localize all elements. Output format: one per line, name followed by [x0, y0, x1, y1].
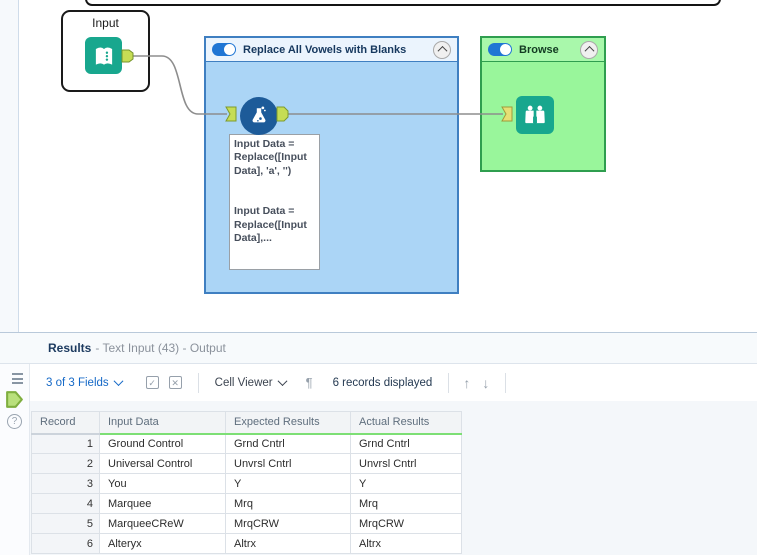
chevron-down-icon [277, 376, 288, 387]
data-cell[interactable]: Universal Control [99, 453, 226, 474]
fields-dropdown[interactable]: 3 of 3 Fields [46, 376, 124, 389]
results-subtitle: - Text Input (43) - Output [95, 341, 226, 355]
workflow-canvas[interactable]: Input Replace All Vowels with Blanks Inp… [0, 0, 757, 332]
table-row[interactable]: 4 Marquee Mrq Mrq [31, 493, 462, 514]
canvas-left-gutter [0, 0, 19, 332]
deselect-all-checkbox-icon[interactable]: ✕ [168, 376, 182, 389]
toolbar-divider [197, 372, 199, 393]
results-title: Results [48, 341, 92, 355]
results-header: Results - Text Input (43) - Output [0, 333, 757, 364]
container-collapse-button[interactable] [580, 40, 598, 59]
column-header[interactable]: Actual Results [350, 411, 462, 435]
table-header-row: Record Input Data Expected Results Actual R… [31, 411, 462, 435]
chevron-down-icon [113, 376, 124, 387]
record-number-cell[interactable]: 4 [31, 493, 100, 514]
results-toolbar: 3 of 3 Fields ✓ ✕ Cell Viewer ¶ 6 record… [0, 364, 757, 401]
alteryx-designer-window: Input Replace All Vowels with Blanks Inp… [0, 0, 757, 555]
offscreen-container-edge [85, 0, 721, 6]
record-number-cell[interactable]: 3 [31, 473, 100, 494]
data-cell[interactable]: Ground Control [99, 433, 226, 454]
records-displayed-label: 6 records displayed [332, 376, 433, 389]
results-side-strip: ? [0, 364, 30, 555]
data-cell[interactable]: Y [350, 473, 462, 494]
text-input-tool-label: Input [92, 16, 119, 30]
table-row[interactable]: 5 MarqueeCReW MrqCRW MrqCRW [31, 513, 462, 534]
container-browse[interactable]: Browse [480, 36, 606, 172]
container-header: Replace All Vowels with Blanks [206, 38, 457, 62]
show-whitespace-icon[interactable]: ¶ [306, 375, 313, 390]
container-title: Replace All Vowels with Blanks [243, 43, 407, 56]
record-number-cell[interactable]: 1 [31, 433, 100, 454]
data-cell[interactable]: Mrq [225, 493, 351, 514]
column-header[interactable]: Record [31, 411, 100, 435]
record-number-cell[interactable]: 5 [31, 513, 100, 534]
data-cell[interactable]: Marquee [99, 493, 226, 514]
cell-viewer-dropdown[interactable]: Cell Viewer [214, 376, 288, 389]
toolbar-divider [448, 372, 450, 393]
results-table[interactable]: Record Input Data Expected Results Actual R… [31, 411, 462, 554]
metadata-view-icon[interactable] [8, 373, 23, 386]
text-input-tool-icon [85, 37, 122, 74]
data-cell[interactable]: Y [225, 473, 351, 494]
data-cell[interactable]: Mrq [350, 493, 462, 514]
container-collapse-button[interactable] [433, 40, 451, 59]
data-cell[interactable]: Alteryx [99, 533, 226, 554]
results-panel: Results - Text Input (43) - Output 3 of … [0, 332, 757, 555]
container-enable-toggle[interactable] [488, 43, 512, 56]
browse-tool[interactable] [516, 96, 554, 134]
data-cell[interactable]: Unvrsl Cntrl [225, 453, 351, 474]
chevron-up-icon [437, 45, 447, 56]
tool-annotation[interactable]: Input Data = Replace([Input Data], 'a', … [229, 134, 320, 270]
select-all-checkbox-icon[interactable]: ✓ [145, 376, 159, 389]
container-title: Browse [519, 43, 559, 56]
container-header: Browse [482, 38, 604, 62]
record-number-cell[interactable]: 2 [31, 453, 100, 474]
table-row[interactable]: 2 Universal Control Unvrsl Cntrl Unvrsl Cnt… [31, 453, 462, 474]
binoculars-icon [525, 105, 545, 124]
results-body: Record Input Data Expected Results Actual R… [30, 401, 757, 555]
data-cell[interactable]: MrqCRW [225, 513, 351, 534]
container-replace-vowels[interactable]: Replace All Vowels with Blanks Input Dat… [204, 36, 459, 294]
column-header[interactable]: Expected Results [225, 411, 351, 435]
output-anchor-icon[interactable] [4, 389, 25, 410]
table-row[interactable]: 6 Alteryx Altrx Altrx [31, 533, 462, 554]
chevron-up-icon [584, 45, 594, 56]
data-cell[interactable]: Grnd Cntrl [350, 433, 462, 454]
data-cell[interactable]: Altrx [225, 533, 351, 554]
container-enable-toggle[interactable] [212, 43, 236, 56]
record-number-cell[interactable]: 6 [31, 533, 100, 554]
cell-viewer-label: Cell Viewer [214, 376, 273, 389]
table-row[interactable]: 1 Ground Control Grnd Cntrl Grnd Cntrl [31, 433, 462, 454]
help-icon[interactable]: ? [7, 414, 22, 429]
data-cell[interactable]: Unvrsl Cntrl [350, 453, 462, 474]
table-row[interactable]: 3 You Y Y [31, 473, 462, 494]
data-cell[interactable]: You [99, 473, 226, 494]
scroll-down-button[interactable]: ↓ [482, 375, 489, 391]
book-icon [95, 46, 112, 65]
data-cell[interactable]: MrqCRW [350, 513, 462, 534]
flask-icon [252, 106, 266, 123]
data-cell[interactable]: Grnd Cntrl [225, 433, 351, 454]
data-cell[interactable]: MarqueeCReW [99, 513, 226, 534]
data-cell[interactable]: Altrx [350, 533, 462, 554]
formula-tool[interactable] [240, 97, 278, 135]
text-input-tool[interactable]: Input [61, 10, 150, 92]
scroll-up-button[interactable]: ↑ [463, 375, 470, 391]
column-header[interactable]: Input Data [99, 411, 226, 435]
toolbar-divider [505, 372, 507, 393]
fields-dropdown-label: 3 of 3 Fields [46, 376, 109, 389]
